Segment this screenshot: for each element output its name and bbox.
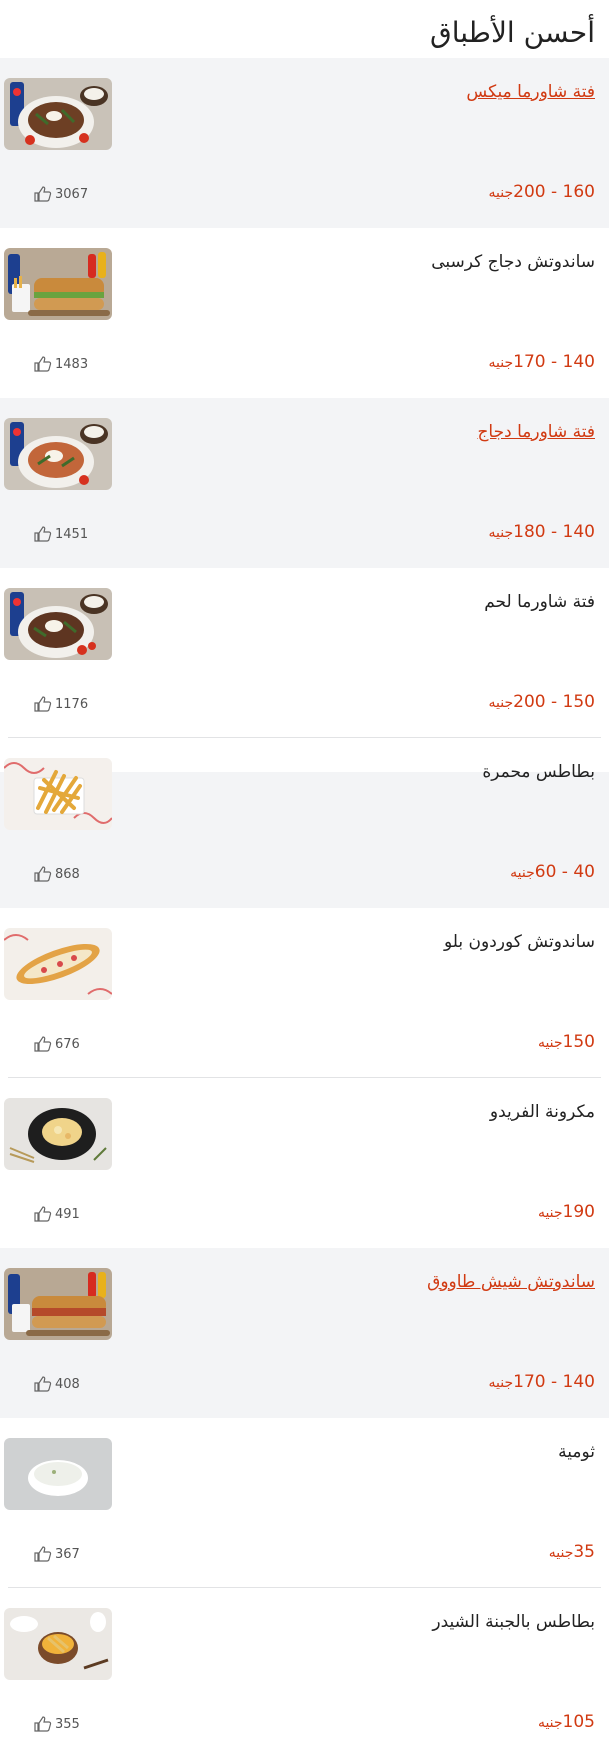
price: 140 - 180جنيه	[489, 522, 595, 542]
price-value: 35	[573, 1542, 595, 1562]
like-control[interactable]: 3067	[34, 186, 88, 202]
price: 150جنيه	[538, 1032, 595, 1052]
currency-label: جنيه	[488, 185, 514, 201]
thumbs-up-icon[interactable]	[34, 1376, 52, 1392]
price-value: 140 - 170	[513, 352, 595, 372]
price: 160 - 200جنيه	[489, 182, 595, 202]
currency-label: جنيه	[548, 1545, 574, 1561]
price-value: 140 - 180	[513, 522, 595, 542]
like-count: 1451	[55, 526, 89, 542]
price-value: 105	[562, 1712, 595, 1732]
like-control[interactable]: 367	[34, 1546, 80, 1562]
thumbs-up-icon[interactable]	[34, 1036, 52, 1052]
list-item[interactable]: ساندوتش كوردون بلو 150جنيه 676	[0, 908, 609, 1078]
like-count: 3067	[55, 186, 89, 202]
dish-image-toumeya[interactable]	[4, 1438, 112, 1510]
dish-image-shish-tawook[interactable]	[4, 1268, 112, 1340]
like-control[interactable]: 676	[34, 1036, 80, 1052]
like-count: 355	[55, 1716, 80, 1732]
currency-label: جنيه	[510, 865, 535, 881]
dish-name[interactable]: بطاطس محمرة	[482, 762, 595, 782]
dish-name[interactable]: ثومية	[558, 1442, 595, 1462]
like-count: 868	[55, 866, 80, 882]
dish-image-cheddar-fries[interactable]	[4, 1608, 112, 1680]
list-item[interactable]: ثومية 35جنيه 367	[0, 1418, 609, 1588]
thumbs-up-icon[interactable]	[34, 1546, 52, 1562]
dish-name-link[interactable]: فتة شاورما دجاج	[477, 422, 595, 442]
like-count: 676	[55, 1036, 80, 1052]
price-value: 40 - 60	[534, 862, 595, 882]
dish-name[interactable]: ساندوتش دجاج كرسبى	[431, 252, 595, 272]
currency-label: جنيه	[488, 355, 514, 371]
dish-image-fatta-chicken[interactable]	[4, 418, 112, 490]
dish-name-link[interactable]: ساندوتش شيش طاووق	[427, 1272, 595, 1292]
list-item[interactable]: فتة شاورما ميكس 160 - 200جنيه 3067	[0, 58, 609, 228]
like-control[interactable]: 1176	[34, 696, 88, 712]
dish-image-crispy-sandwich[interactable]	[4, 248, 112, 320]
thumbs-up-icon[interactable]	[34, 526, 52, 542]
currency-label: جنيه	[537, 1205, 563, 1221]
price-value: 190	[562, 1202, 595, 1222]
like-control[interactable]: 868	[34, 866, 80, 882]
list-item[interactable]: ساندوتش شيش طاووق 140 - 170جنيه 408	[0, 1248, 609, 1418]
dish-image-cordon-bleu[interactable]	[4, 928, 112, 1000]
currency-label: جنيه	[488, 695, 514, 711]
price-value: 140 - 170	[513, 1372, 595, 1392]
thumbs-up-icon[interactable]	[34, 866, 52, 882]
price: 35جنيه	[549, 1542, 595, 1562]
price-value: 150 - 200	[513, 692, 595, 712]
dish-image-fries[interactable]	[4, 758, 112, 830]
dish-image-fatta-meat[interactable]	[4, 588, 112, 660]
price: 40 - 60جنيه	[510, 862, 595, 882]
currency-label: جنيه	[537, 1035, 563, 1051]
currency-label: جنيه	[537, 1715, 563, 1731]
thumbs-up-icon[interactable]	[34, 696, 52, 712]
dish-list: فتة شاورما ميكس 160 - 200جنيه 3067 ساندو…	[0, 58, 609, 1758]
like-count: 367	[55, 1546, 80, 1562]
dish-image-fatta-mix[interactable]	[4, 78, 112, 150]
price: 140 - 170جنيه	[489, 352, 595, 372]
list-item[interactable]: بطاطس محمرة 40 - 60جنيه 868	[0, 738, 609, 908]
page-title: أحسن الأطباق	[429, 16, 595, 49]
like-control[interactable]: 491	[34, 1206, 80, 1222]
list-item[interactable]: فتة شاورما لحم 150 - 200جنيه 1176	[0, 568, 609, 738]
like-count: 1483	[55, 356, 89, 372]
thumbs-up-icon[interactable]	[34, 1716, 52, 1732]
dish-name-link[interactable]: فتة شاورما ميكس	[466, 82, 595, 102]
currency-label: جنيه	[488, 1375, 514, 1391]
page: أحسن الأطباق فتة شاورما ميكس 160 - 200جن…	[0, 0, 609, 1751]
currency-label: جنيه	[488, 525, 514, 541]
dish-name[interactable]: بطاطس بالجبنة الشيدر	[432, 1612, 595, 1632]
price: 150 - 200جنيه	[489, 692, 595, 712]
like-control[interactable]: 408	[34, 1376, 80, 1392]
price: 105جنيه	[538, 1712, 595, 1732]
price-value: 150	[562, 1032, 595, 1052]
like-control[interactable]: 1483	[34, 356, 88, 372]
list-item[interactable]: فتة شاورما دجاج 140 - 180جنيه 1451	[0, 398, 609, 568]
dish-name[interactable]: فتة شاورما لحم	[484, 592, 595, 612]
thumbs-up-icon[interactable]	[34, 1206, 52, 1222]
thumbs-up-icon[interactable]	[34, 356, 52, 372]
like-control[interactable]: 1451	[34, 526, 88, 542]
like-count: 491	[55, 1206, 80, 1222]
dish-image-alfredo[interactable]	[4, 1098, 112, 1170]
like-count: 408	[55, 1376, 80, 1392]
like-control[interactable]: 355	[34, 1716, 80, 1732]
dish-name[interactable]: ساندوتش كوردون بلو	[444, 932, 595, 952]
dish-name[interactable]: مكرونة الفريدو	[490, 1102, 595, 1122]
price: 190جنيه	[538, 1202, 595, 1222]
thumbs-up-icon[interactable]	[34, 186, 52, 202]
list-item[interactable]: بطاطس بالجبنة الشيدر 105جنيه 355	[0, 1588, 609, 1758]
header: أحسن الأطباق	[0, 0, 609, 58]
list-item[interactable]: ساندوتش دجاج كرسبى 140 - 170جنيه 1483	[0, 228, 609, 398]
price-value: 160 - 200	[513, 182, 595, 202]
price: 140 - 170جنيه	[489, 1372, 595, 1392]
list-item[interactable]: مكرونة الفريدو 190جنيه 491	[0, 1078, 609, 1248]
like-count: 1176	[55, 696, 89, 712]
